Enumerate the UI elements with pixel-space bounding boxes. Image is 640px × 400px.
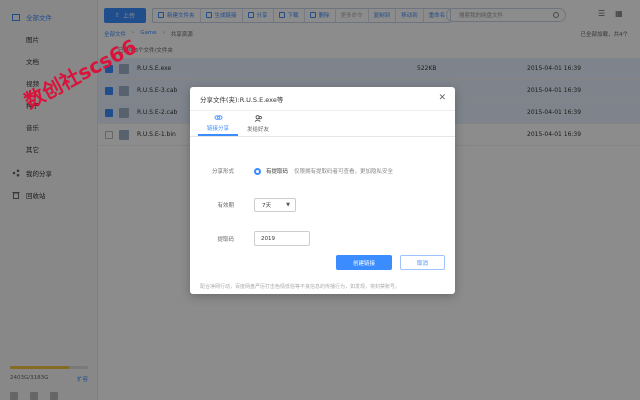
app-window: 全部文件 图片 文档 视频 种子 音乐 其它 我的分享 回收站 2403G/31… [0,0,640,400]
share-form-row: 分享形式 有提取码 仅限拥有提取码者可查看，更加隐私安全 [190,167,393,175]
extract-code-radio[interactable] [254,167,261,175]
tab-label: 链接分享 [206,125,229,132]
cancel-button[interactable]: 取消 [400,255,445,270]
validity-value: 7天 [262,203,271,209]
dialog-footer-note: 配合净网行动，百度网盘严厉打击色情低俗等不良信息的传播行为，如发现，将封禁账号。 [200,284,401,290]
validity-select[interactable]: 7天 ▼ [254,198,296,212]
code-label: 提取码 [217,236,234,243]
tab-label: 发给好友 [246,126,269,133]
share-dialog: 分享文件(夹):R.U.S.E.exe等 ✕ 链接分享 发给好友 分享形式 有提… [190,87,455,294]
validity-row: 有效期 7天 ▼ [190,198,296,212]
dialog-title: 分享文件(夹):R.U.S.E.exe等 [190,87,455,111]
code-input[interactable]: 2019 [254,231,310,246]
tab-send-friend[interactable]: 发给好友 [238,111,278,136]
share-form-label: 分享形式 [211,169,234,175]
create-link-button[interactable]: 创建链接 [336,255,392,270]
link-icon [213,114,223,120]
chevron-down-icon: ▼ [286,202,290,208]
friends-icon [254,114,262,122]
validity-label: 有效期 [217,203,234,209]
extract-code-option[interactable]: 有提取码 [266,167,288,175]
tab-link-share[interactable]: 链接分享 [198,111,238,136]
code-row: 提取码 2019 [190,231,310,246]
close-icon[interactable]: ✕ [438,93,446,103]
dialog-tabs: 链接分享 发给好友 [190,111,455,137]
share-hint: 仅限拥有提取码者可查看，更加隐私安全 [294,169,394,175]
